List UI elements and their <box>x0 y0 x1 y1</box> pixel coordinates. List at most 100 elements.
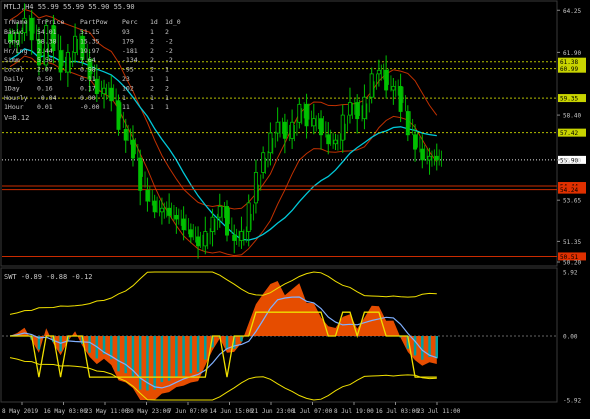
table-cell: 7.64 <box>80 56 96 64</box>
table-cell: -0.04 <box>37 94 57 102</box>
price-tick-label: 53.65 <box>563 198 581 205</box>
time-label: 16 May 03:00 <box>44 408 88 415</box>
candle-body <box>253 172 258 204</box>
table-cell: 2 <box>150 37 154 45</box>
candle-body <box>384 69 389 91</box>
candle-body <box>145 189 150 202</box>
table-cell: Basic <box>4 28 24 36</box>
table-header: PartPow <box>80 18 107 26</box>
table-cell: 2 <box>150 47 154 55</box>
candle-body <box>304 103 309 127</box>
candle-body <box>340 114 345 141</box>
candle-body <box>290 121 295 139</box>
table-cell: 2.44 <box>37 47 53 55</box>
time-label: 23 May 11:00 <box>85 408 129 415</box>
time-label: 23 Jul 11:00 <box>417 408 461 415</box>
level-tag-label: 59.35 <box>560 96 578 103</box>
candle-body <box>196 236 201 247</box>
table-cell: 2 <box>150 56 154 64</box>
table-cell: 11 <box>122 103 130 111</box>
candle-body <box>355 102 360 120</box>
candle-body <box>188 229 193 238</box>
candle-body <box>420 148 425 161</box>
table-cell: 5.56 <box>37 56 53 64</box>
candle-body <box>268 132 273 154</box>
trading-chart[interactable]: 61.3860.9959.3557.4255.9054.4454.2450.51… <box>0 0 590 419</box>
table-cell: 2.07 <box>37 66 53 74</box>
candle-body <box>333 139 338 145</box>
table-header: Perc <box>122 18 138 26</box>
candle-body <box>239 231 244 241</box>
candle-body <box>362 96 367 120</box>
candle-body <box>326 134 331 145</box>
table-cell: 1Day <box>4 84 20 92</box>
candle-body <box>297 103 302 123</box>
candle-body <box>130 139 135 159</box>
candle-body <box>217 206 222 218</box>
table-cell: 2 <box>165 28 169 36</box>
price-tick-label: 51.35 <box>563 239 581 246</box>
table-header: 1d <box>150 18 158 26</box>
table-cell: 15.35 <box>80 37 100 45</box>
table-cell: -0.00 <box>80 103 100 111</box>
candle-body <box>29 17 34 41</box>
candle-body <box>413 134 418 150</box>
table-cell: 1 <box>165 103 169 111</box>
table-cell: 1 <box>150 75 154 83</box>
candle-body <box>94 78 99 94</box>
candle-body <box>102 87 107 94</box>
time-label: 16 Jul 03:00 <box>376 408 420 415</box>
table-cell: 1 <box>150 28 154 36</box>
candle-body <box>427 155 432 161</box>
candle-body <box>73 35 78 53</box>
table-cell: -2 <box>165 47 173 55</box>
table-cell: Long <box>4 37 20 45</box>
table-cell: -134 <box>122 56 138 64</box>
table-cell: 1 <box>122 94 126 102</box>
table-cell: 51.15 <box>80 28 100 36</box>
candle-body <box>261 152 266 173</box>
table-cell: -181 <box>122 47 138 55</box>
table-header: 1d_0 <box>165 18 181 26</box>
price-tick-label: 58.40 <box>563 113 581 120</box>
oscillator-tick-label: 5.92 <box>563 270 578 277</box>
time-label: 7 Jun 07:00 <box>168 408 208 415</box>
table-cell: 1 <box>165 75 169 83</box>
candle-body <box>275 121 280 134</box>
candle-body <box>282 121 287 139</box>
level-tag-label: 54.24 <box>560 187 578 194</box>
candle-body <box>369 73 374 98</box>
table-cell: 2 <box>165 84 169 92</box>
time-label: 21 Jun 23:00 <box>251 408 295 415</box>
table-cell: 0.50 <box>37 75 53 83</box>
oscillator-tick-label: 0.00 <box>563 334 578 341</box>
candle-body <box>347 102 352 116</box>
table-cell: 0.17 <box>80 84 96 92</box>
price-tick-label: 50.20 <box>563 260 581 267</box>
oscillator-tick-label: -5.92 <box>563 398 581 405</box>
table-cell: 102 <box>122 84 134 92</box>
table-cell: Local <box>4 66 24 74</box>
table-cell: -2 <box>165 56 173 64</box>
table-cell: 0.00 <box>80 94 96 102</box>
table-cell: Hr/Lng <box>4 47 28 55</box>
candle-body <box>181 218 186 231</box>
table-cell: -2 <box>165 37 173 45</box>
candle-body <box>138 157 143 191</box>
time-label: 14 Jun 15:00 <box>210 408 254 415</box>
time-label: 1 Jul 07:00 <box>293 408 333 415</box>
table-cell: 1 <box>150 94 154 102</box>
candle-body <box>152 200 157 213</box>
candle-body <box>398 86 403 112</box>
table-cell: 2 <box>150 66 154 74</box>
table-cell: -95 <box>122 66 134 74</box>
table-cell: 23 <box>122 75 130 83</box>
candle-body <box>232 234 237 241</box>
price-tick-label: 55.90 <box>563 157 581 164</box>
stats-footer: V=0.12 <box>4 114 29 122</box>
level-tag-label: 57.42 <box>560 130 578 137</box>
candle-body <box>65 51 70 73</box>
candle-body <box>311 118 316 127</box>
candle-body <box>391 86 396 91</box>
time-label: 8 May 2019 <box>2 408 39 415</box>
